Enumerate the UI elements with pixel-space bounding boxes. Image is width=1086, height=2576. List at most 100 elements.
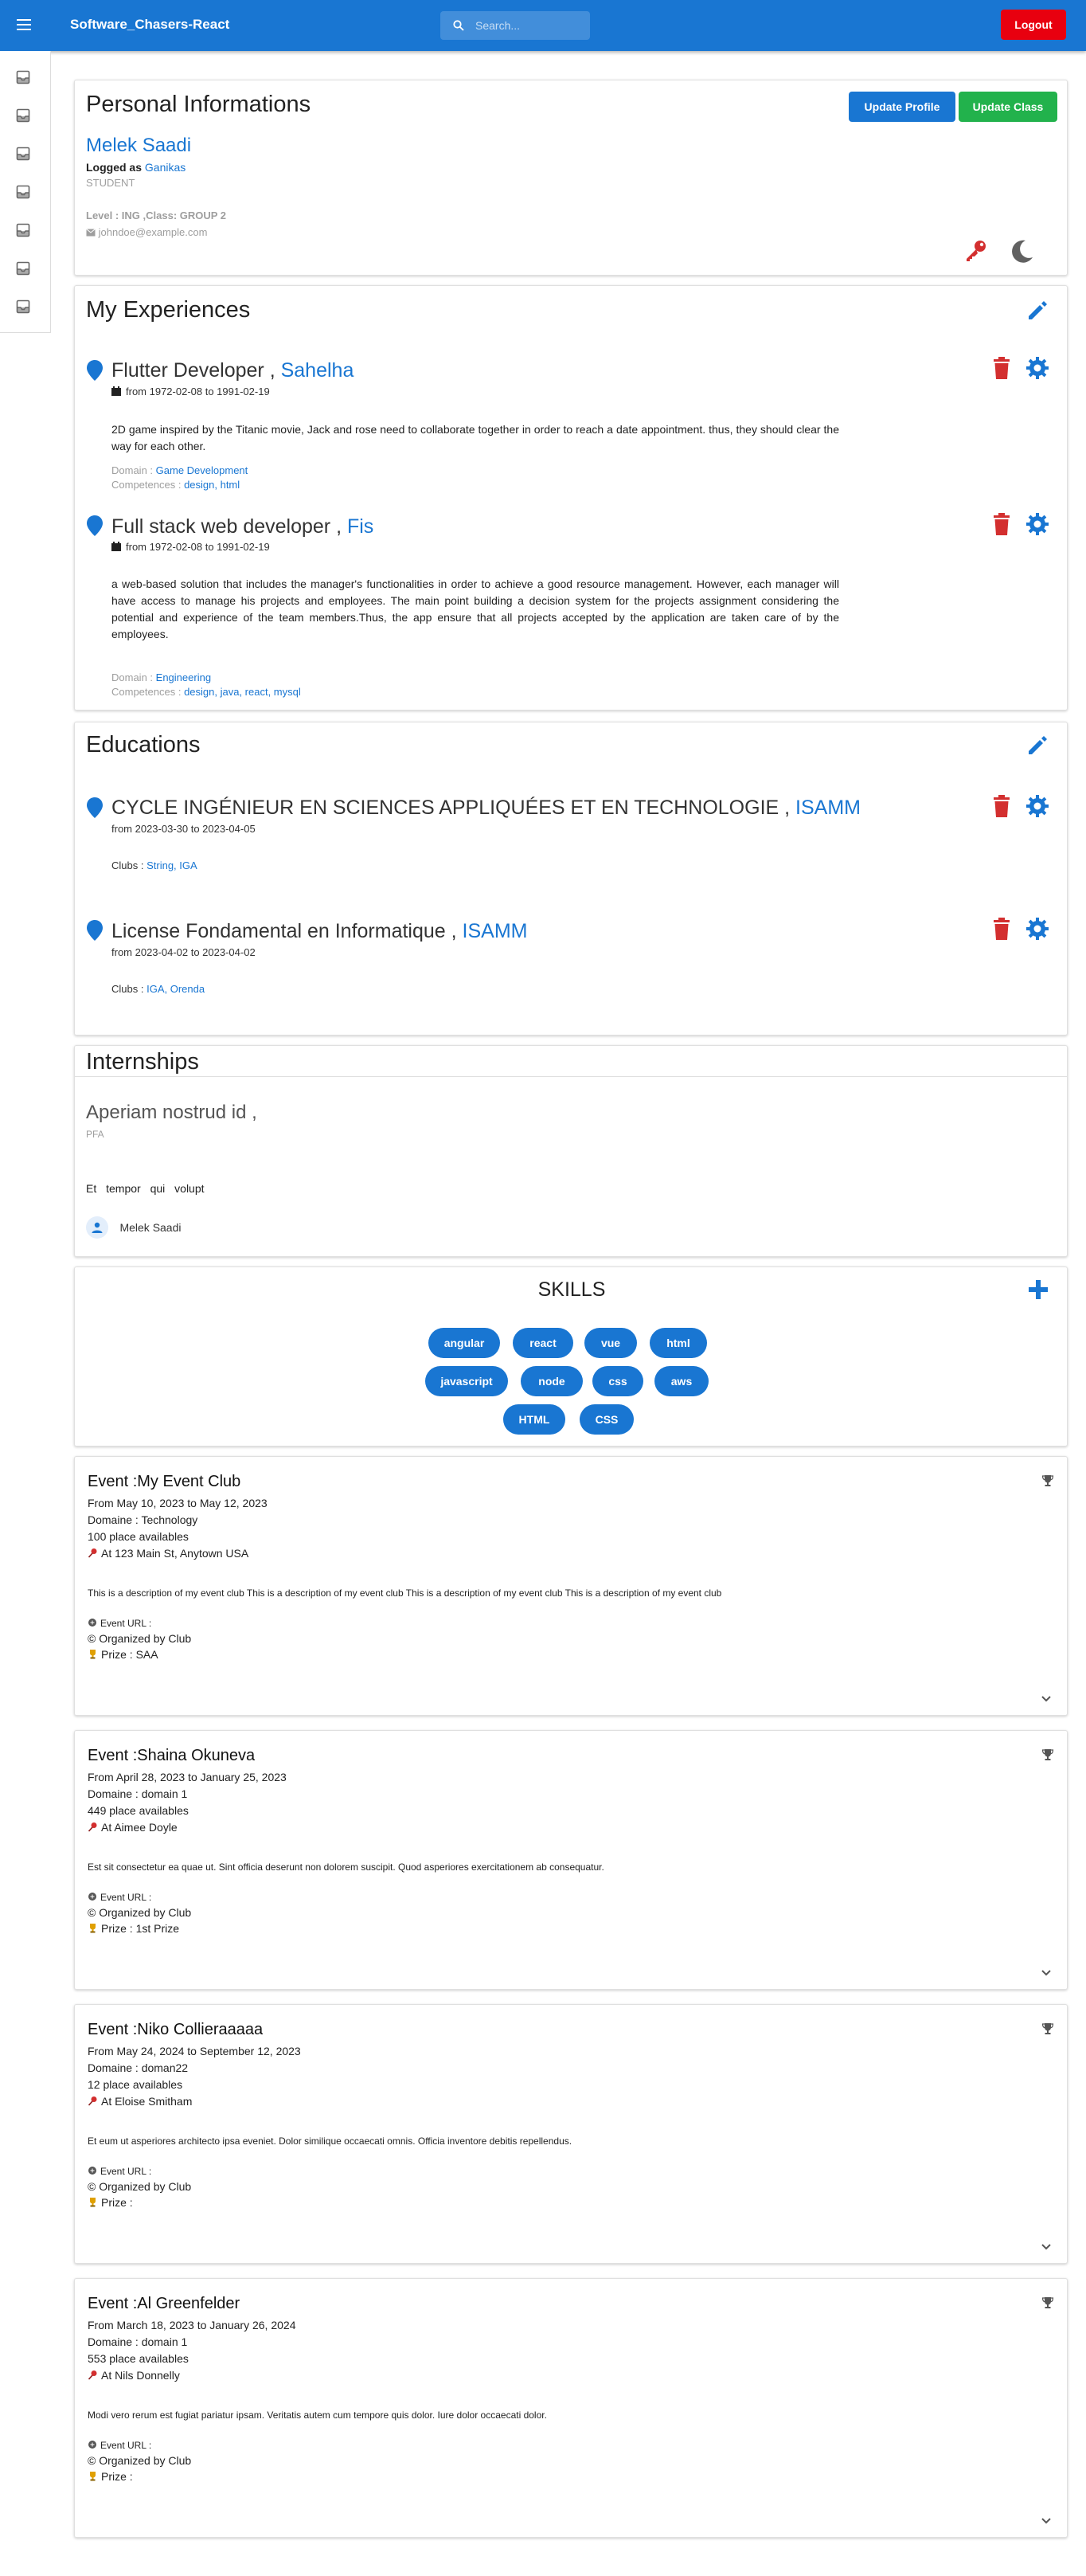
gear-icon[interactable]	[1025, 794, 1049, 822]
location-pin-icon	[86, 797, 104, 823]
inbox-icon[interactable]	[16, 147, 32, 162]
search-box[interactable]	[440, 11, 590, 40]
event-location: At Nils Donnelly	[88, 2369, 180, 2382]
skill-chip[interactable]: aws	[654, 1366, 709, 1396]
skill-chip[interactable]: angular	[428, 1328, 500, 1358]
calendar-icon	[111, 542, 121, 551]
event-description: Et eum ut asperiores architecto ipsa eve…	[88, 2136, 572, 2147]
divider	[75, 1076, 1067, 1077]
plus-icon[interactable]	[1027, 1278, 1049, 1305]
experience-domain: Domain : Engineering	[111, 671, 212, 683]
experience-domain: Domain : Game Development	[111, 464, 248, 476]
event-dates: From March 18, 2023 to January 26, 2024	[88, 2319, 296, 2331]
event-url[interactable]: Event URL :	[88, 1618, 151, 1629]
logged-as-value[interactable]: Ganikas	[145, 161, 186, 174]
inbox-icon[interactable]	[16, 299, 32, 315]
skill-chip[interactable]: node	[521, 1366, 583, 1396]
location-pin-icon	[86, 359, 104, 386]
moon-icon[interactable]	[1010, 238, 1035, 268]
trophy-icon[interactable]	[1041, 2296, 1054, 2313]
trophy-icon[interactable]	[1041, 1748, 1054, 1765]
app-title: Software_Chasers-React	[70, 17, 230, 32]
chevron-down-icon[interactable]	[1041, 2241, 1052, 2255]
key-icon[interactable]	[963, 238, 989, 268]
event-dates: From May 10, 2023 to May 12, 2023	[88, 1497, 268, 1509]
event-location: At Eloise Smitham	[88, 2095, 192, 2108]
sidebar	[0, 51, 51, 333]
calendar-icon	[111, 386, 121, 396]
event-url[interactable]: Event URL :	[88, 1892, 151, 1903]
education-school[interactable]: ISAMM	[463, 920, 528, 942]
search-icon	[453, 20, 464, 31]
update-profile-button[interactable]: Update Profile	[849, 92, 955, 122]
section-title: Internships	[86, 1049, 199, 1075]
event-title: Event :Shaina Okuneva	[88, 1747, 256, 1764]
pin-icon	[88, 1821, 101, 1834]
event-card: Event :Niko Collieraaaaa From May 24, 202…	[74, 2004, 1068, 2264]
event-description: Modi vero rerum est fugiat pariatur ipsa…	[88, 2410, 547, 2421]
supervisor-name: Melek Saadi	[119, 1221, 182, 1234]
event-url[interactable]: Event URL :	[88, 2166, 151, 2177]
search-input[interactable]	[475, 18, 584, 33]
internship-description: Et tempor qui volupt	[86, 1182, 205, 1195]
trash-icon[interactable]	[992, 917, 1011, 945]
educations-card: Educations CYCLE INGÉNIEUR EN SCIENCES A…	[74, 722, 1068, 1035]
experience-company[interactable]: Fis	[347, 515, 373, 538]
event-domain: Domaine : domain 1	[88, 1787, 188, 1800]
gear-icon[interactable]	[1025, 512, 1049, 540]
skill-chip[interactable]: css	[592, 1366, 643, 1396]
trash-icon[interactable]	[992, 512, 1011, 540]
skills-card: SKILLS angular react vue html javascript…	[74, 1266, 1068, 1447]
event-organizer: © Organized by Club	[88, 2454, 192, 2467]
logout-button[interactable]: Logout	[1001, 10, 1066, 40]
education-school[interactable]: ISAMM	[795, 797, 861, 819]
section-title: Personal Informations	[86, 92, 311, 117]
inbox-icon[interactable]	[16, 108, 32, 124]
link-icon	[88, 2440, 100, 2451]
profile-name: Melek Saadi	[86, 135, 192, 156]
education-title: License Fondamental en Informatique , IS…	[111, 920, 528, 942]
skill-chip[interactable]: javascript	[425, 1366, 508, 1396]
event-url[interactable]: Event URL :	[88, 2440, 151, 2451]
event-prize: Prize :	[88, 2196, 133, 2209]
email-text: johndoe@example.com	[98, 226, 208, 238]
cup-icon	[88, 1648, 101, 1661]
event-title: Event :Al Greenfelder	[88, 2295, 240, 2312]
trophy-icon[interactable]	[1041, 2022, 1054, 2039]
email-row: johndoe@example.com	[86, 226, 207, 238]
inbox-icon[interactable]	[16, 261, 32, 277]
skill-chip[interactable]: vue	[584, 1328, 637, 1358]
experience-title: Full stack web developer , Fis	[111, 515, 374, 538]
update-class-button[interactable]: Update Class	[959, 92, 1057, 122]
experience-dates: from 1972-02-08 to 1991-02-19	[111, 386, 270, 397]
chevron-down-icon[interactable]	[1041, 1967, 1052, 1981]
edit-icon[interactable]	[1025, 297, 1051, 327]
internship-type: PFA	[86, 1129, 104, 1140]
trash-icon[interactable]	[992, 794, 1011, 822]
inbox-icon[interactable]	[16, 70, 32, 86]
menu-icon[interactable]	[14, 16, 33, 35]
experience-dates: from 1972-02-08 to 1991-02-19	[111, 541, 270, 553]
skill-chip[interactable]: html	[650, 1328, 707, 1358]
internships-card: Internships Aperiam nostrud id , PFA Et …	[74, 1045, 1068, 1257]
pin-icon	[88, 2095, 101, 2108]
event-title: Event :Niko Collieraaaaa	[88, 2021, 264, 2038]
skill-chip[interactable]: HTML	[503, 1404, 565, 1435]
trophy-icon[interactable]	[1041, 1474, 1054, 1491]
trash-icon[interactable]	[992, 356, 1011, 384]
skills-title: SKILLS	[537, 1278, 606, 1301]
personal-info-card: Personal Informations Update Profile Upd…	[74, 80, 1068, 276]
inbox-icon[interactable]	[16, 223, 32, 239]
inbox-icon[interactable]	[16, 185, 32, 201]
experience-company[interactable]: Sahelha	[281, 359, 354, 382]
skill-chip[interactable]: CSS	[580, 1404, 634, 1435]
event-card: Event :Shaina Okuneva From April 28, 2023…	[74, 1730, 1068, 1990]
skill-chip[interactable]: react	[513, 1328, 573, 1358]
event-dates: From April 28, 2023 to January 25, 2023	[88, 1771, 287, 1783]
pin-icon	[88, 2369, 101, 2382]
edit-icon[interactable]	[1025, 732, 1051, 761]
gear-icon[interactable]	[1025, 917, 1049, 945]
chevron-down-icon[interactable]	[1041, 1693, 1052, 1707]
gear-icon[interactable]	[1025, 356, 1049, 384]
chevron-down-icon[interactable]	[1041, 2515, 1052, 2529]
